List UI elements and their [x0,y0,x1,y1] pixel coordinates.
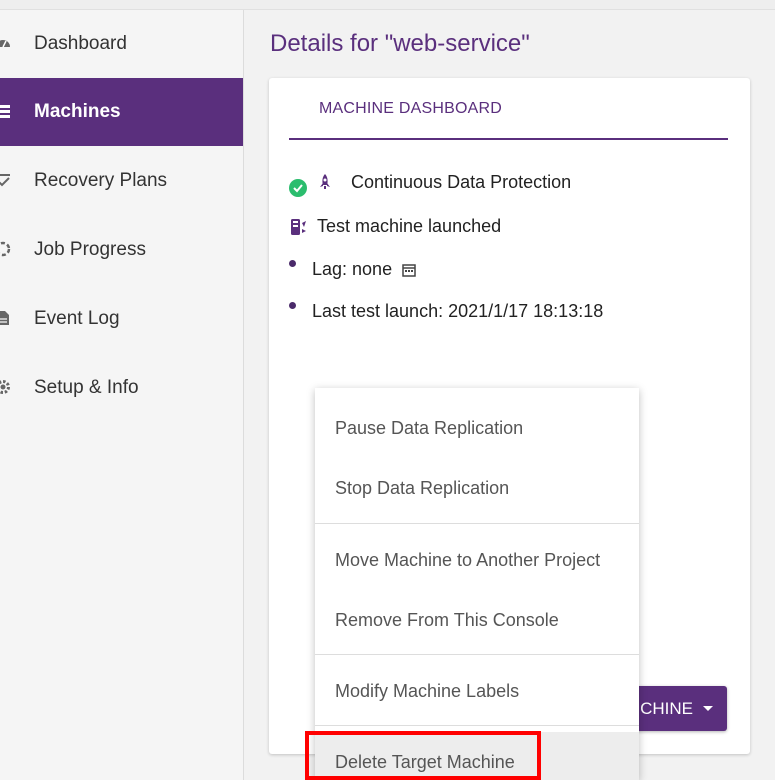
machine-actions-label: CHINE [640,698,693,718]
last-test-label: Last test launch: 2021/1/17 18:13:18 [312,301,604,321]
sidebar-item-setup-info[interactable]: Setup & Info [0,354,243,422]
machine-actions-menu: Pause Data Replication Stop Data Replica… [315,388,639,780]
checklist-icon [0,171,12,189]
menu-item-remove-from-console[interactable]: Remove From This Console [315,590,639,650]
cdp-label: Continuous Data Protection [351,172,572,192]
menu-divider [315,523,639,524]
menu-item-delete-target-machine[interactable]: Delete Target Machine [315,732,639,780]
sidebar-item-job-progress[interactable]: Job Progress [0,216,243,284]
gear-icon [0,378,12,396]
top-bar [0,0,775,10]
sidebar-item-label: Recovery Plans [34,170,168,191]
menu-item-modify-labels[interactable]: Modify Machine Labels [315,661,639,721]
lag-label: Lag: none [312,259,393,279]
sidebar-item-label: Setup & Info [34,377,139,398]
gauge-icon [0,34,12,52]
sidebar-item-recovery-plans[interactable]: Recovery Plans [0,147,243,215]
page-title: Details for "web-service" [270,30,530,57]
sidebar-item-label: Machines [34,101,121,122]
test-machine-icon [289,217,309,237]
menu-divider [315,725,639,726]
lag-row: Lag: none [289,259,416,280]
bullet [289,260,296,267]
calendar-icon [402,263,416,277]
sidebar-item-event-log[interactable]: Event Log [0,285,243,353]
sidebar-item-label: Dashboard [34,33,127,54]
caret-down-icon [703,706,713,711]
last-test-row: Last test launch: 2021/1/17 18:13:18 [289,301,603,322]
tab-machine-dashboard[interactable]: MACHINE DASHBOARD [319,100,502,118]
sidebar-item-label: Job Progress [34,239,146,260]
sidebar-item-label: Event Log [34,308,120,329]
sidebar-item-dashboard[interactable]: Dashboard [0,10,243,78]
document-icon [0,309,12,327]
server-icon [0,102,12,120]
menu-item-move-machine[interactable]: Move Machine to Another Project [315,530,639,590]
bullet [289,302,296,309]
test-launched-label: Test machine launched [317,216,502,236]
sidebar: Dashboard Machines Recovery Plans Job Pr… [0,10,244,780]
menu-item-stop-replication[interactable]: Stop Data Replication [315,458,639,518]
sidebar-item-machines[interactable]: Machines [0,78,243,146]
menu-item-pause-replication[interactable]: Pause Data Replication [315,398,639,458]
menu-divider [315,654,639,655]
tab-underline [289,138,728,140]
check-circle-icon [289,178,307,197]
test-launched-row: Test machine launched [289,216,501,237]
spinner-icon [0,240,12,258]
rocket-icon [317,173,333,191]
cdp-status-row: Continuous Data Protection [289,172,572,197]
